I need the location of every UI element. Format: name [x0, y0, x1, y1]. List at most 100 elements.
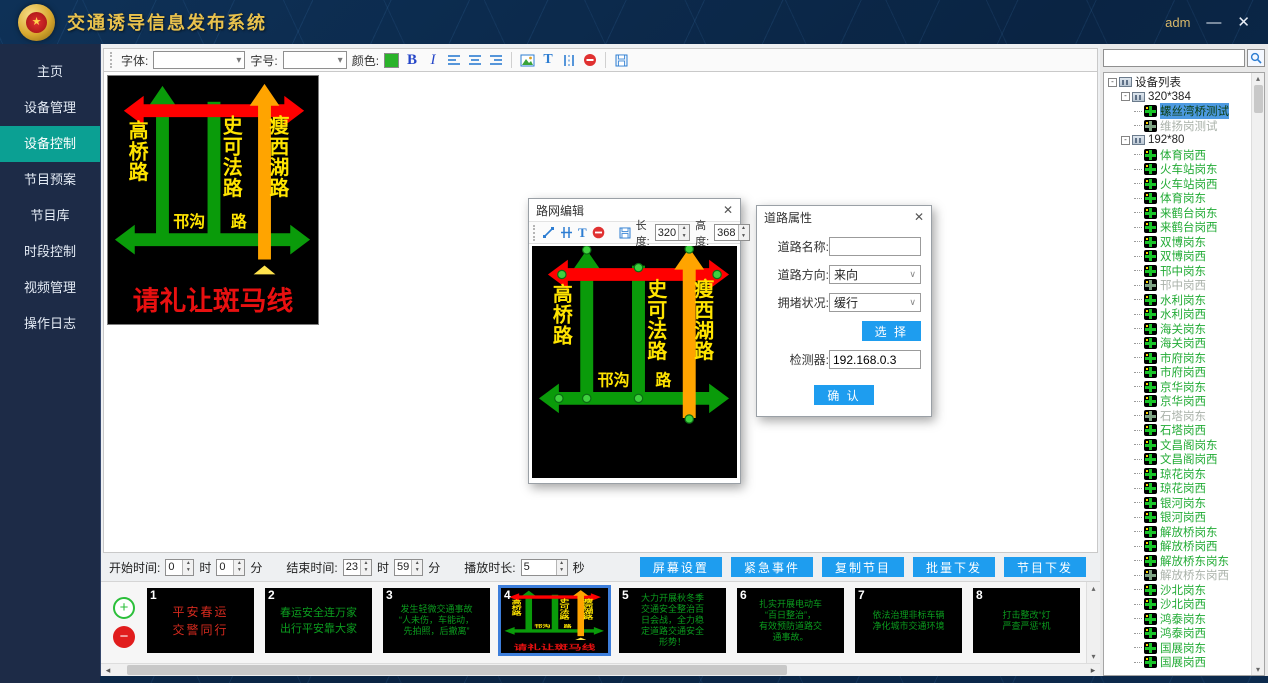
playlist-item-6[interactable]: 6扎实开展电动车“百日整治”，有效预防道路交通事故。: [737, 588, 844, 653]
font-select[interactable]: ▾: [153, 51, 245, 69]
tree-item[interactable]: 国展岗东: [1106, 641, 1251, 656]
detector-field[interactable]: [829, 350, 921, 369]
editor-canvas[interactable]: 高桥路史可法路瘦西湖路邗沟路请礼让斑马线 路网编辑 ✕ T: [103, 72, 1098, 553]
tree-item[interactable]: 市府岗东: [1106, 351, 1251, 366]
tree-expand-icon[interactable]: -: [1108, 78, 1117, 87]
tree-item[interactable]: 海关岗西: [1106, 336, 1251, 351]
playlist-item-4[interactable]: 4高桥路史可法路瘦西湖路邗沟路请礼让斑马线: [501, 588, 608, 653]
tree-scrollbar[interactable]: ▴ ▾: [1251, 73, 1264, 675]
tree-item[interactable]: 双博岗西: [1106, 249, 1251, 264]
tree-item[interactable]: 石塔岗东: [1106, 409, 1251, 424]
sidebar-item-time-control[interactable]: 时段控制: [0, 234, 100, 270]
start-minute-stepper[interactable]: 0 ▲▼: [216, 559, 245, 576]
tree-item[interactable]: 体育岗东: [1106, 191, 1251, 206]
tree-item[interactable]: 来鹤台岗东: [1106, 206, 1251, 221]
drag-handle[interactable]: [583, 394, 591, 402]
playlist-item-3[interactable]: 3发生轻微交通事故“人未伤，车能动，先拍照，后撤离”: [383, 588, 490, 653]
drag-handle[interactable]: [583, 246, 591, 254]
tree-item[interactable]: 双博岗东: [1106, 235, 1251, 250]
tree-item[interactable]: 体育岗西: [1106, 148, 1251, 163]
tree-item[interactable]: 维扬岗测试: [1106, 119, 1251, 134]
tree-item[interactable]: 石塔岗西: [1106, 423, 1251, 438]
tree-item[interactable]: 邗中岗西: [1106, 278, 1251, 293]
tree-item[interactable]: 沙北岗东: [1106, 583, 1251, 598]
tree-root[interactable]: -设备列表: [1106, 75, 1251, 90]
tree-item[interactable]: 螺丝湾桥测试: [1106, 104, 1251, 119]
tree-item[interactable]: 银河岗西: [1106, 510, 1251, 525]
horizontal-scrollbar[interactable]: ◂ ▸: [101, 663, 1100, 676]
scroll-up-icon[interactable]: ▴: [1091, 584, 1095, 593]
congestion-select[interactable]: 缓行 ∨: [829, 293, 921, 312]
sidebar-item-device-control[interactable]: 设备控制: [0, 126, 100, 162]
tree-item[interactable]: 琼花岗西: [1106, 481, 1251, 496]
road-direction-select[interactable]: 来向 ∨: [829, 265, 921, 284]
tree-expand-icon[interactable]: -: [1121, 92, 1130, 101]
tree-item[interactable]: 解放桥东岗西: [1106, 568, 1251, 583]
insert-text-icon[interactable]: T: [578, 225, 587, 241]
drag-handle[interactable]: [685, 415, 693, 423]
road-properties-titlebar[interactable]: 道路属性 ✕: [757, 206, 931, 228]
remove-program-button[interactable]: −: [113, 626, 135, 648]
tree-item[interactable]: 鸿泰岗西: [1106, 626, 1251, 641]
sidebar-item-device-management[interactable]: 设备管理: [0, 90, 100, 126]
road-name-field[interactable]: [829, 237, 921, 256]
draw-line-icon[interactable]: [542, 225, 555, 241]
sidebar-item-operation-log[interactable]: 操作日志: [0, 306, 100, 342]
scroll-up-icon[interactable]: ▴: [1256, 74, 1260, 83]
tree-group[interactable]: -320*384: [1106, 90, 1251, 105]
tree-item[interactable]: 解放桥东岗东: [1106, 554, 1251, 569]
drag-handle[interactable]: [555, 394, 563, 402]
tree-item[interactable]: 水利岗西: [1106, 307, 1251, 322]
tree-item[interactable]: 来鹤台岗西: [1106, 220, 1251, 235]
scrollbar-thumb[interactable]: [1254, 85, 1263, 113]
device-search-input[interactable]: [1103, 49, 1245, 67]
playlist-item-7[interactable]: 7依法治理非标车辆净化城市交通环境: [855, 588, 962, 653]
playlist-scrollbar[interactable]: ▴ ▾: [1086, 582, 1100, 663]
screen-settings-button[interactable]: 屏幕设置: [640, 557, 722, 577]
road-network-icon[interactable]: [560, 225, 573, 241]
program-send-button[interactable]: 节目下发: [1004, 557, 1086, 577]
drag-handle[interactable]: [558, 270, 566, 278]
scrollbar-thumb[interactable]: [127, 665, 787, 675]
copy-program-button[interactable]: 复制节目: [822, 557, 904, 577]
tree-item[interactable]: 琼花岗东: [1106, 467, 1251, 482]
road-editor-canvas[interactable]: 高桥路史可法路瘦西湖路邗沟路: [532, 246, 737, 478]
playlist-item-8[interactable]: 8打击整改“灯严查严惩“机: [973, 588, 1080, 653]
sign-preview[interactable]: 高桥路史可法路瘦西湖路邗沟路请礼让斑马线: [107, 75, 319, 325]
batch-send-button[interactable]: 批量下发: [913, 557, 995, 577]
save-icon[interactable]: [619, 225, 631, 241]
sidebar-item-program-plan[interactable]: 节目预案: [0, 162, 100, 198]
drag-handle[interactable]: [634, 394, 642, 402]
height-stepper[interactable]: 368 ▲▼: [714, 224, 749, 241]
sidebar-item-video-management[interactable]: 视频管理: [0, 270, 100, 306]
align-center-icon[interactable]: [467, 52, 483, 68]
duration-stepper[interactable]: 5 ▲▼: [521, 559, 568, 576]
tree-item[interactable]: 火车站岗西: [1106, 177, 1251, 192]
select-button[interactable]: 选 择: [862, 321, 921, 341]
end-hour-stepper[interactable]: 23 ▲▼: [343, 559, 372, 576]
tree-group[interactable]: -192*80: [1106, 133, 1251, 148]
playlist-item-5[interactable]: 5大力开展秋冬季交通安全整治百日会战，全力稳定道路交通安全形势！: [619, 588, 726, 653]
tree-item[interactable]: 火车站岗东: [1106, 162, 1251, 177]
playlist-item-2[interactable]: 2春运安全连万家出行平安靠大家: [265, 588, 372, 653]
tree-item[interactable]: 水利岗东: [1106, 293, 1251, 308]
color-swatch[interactable]: [384, 53, 399, 68]
scroll-down-icon[interactable]: ▾: [1256, 665, 1260, 674]
tree-item[interactable]: 京华岗西: [1106, 394, 1251, 409]
tree-item[interactable]: 文昌阁岗西: [1106, 452, 1251, 467]
italic-button[interactable]: I: [425, 52, 441, 68]
end-minute-stepper[interactable]: 59 ▲▼: [394, 559, 423, 576]
tree-item[interactable]: 文昌阁岗东: [1106, 438, 1251, 453]
road-network-icon[interactable]: [561, 52, 577, 68]
close-icon[interactable]: ✕: [723, 204, 733, 216]
drag-handle[interactable]: [634, 263, 642, 271]
minimize-icon[interactable]: —: [1206, 15, 1221, 30]
size-select[interactable]: ▾: [283, 51, 347, 69]
search-button[interactable]: [1247, 49, 1265, 67]
drag-handle[interactable]: [685, 246, 693, 253]
tree-item[interactable]: 海关岗东: [1106, 322, 1251, 337]
emergency-event-button[interactable]: 紧急事件: [731, 557, 813, 577]
tree-item[interactable]: 银河岗东: [1106, 496, 1251, 511]
save-icon[interactable]: [613, 52, 629, 68]
scroll-left-icon[interactable]: ◂: [101, 665, 115, 676]
